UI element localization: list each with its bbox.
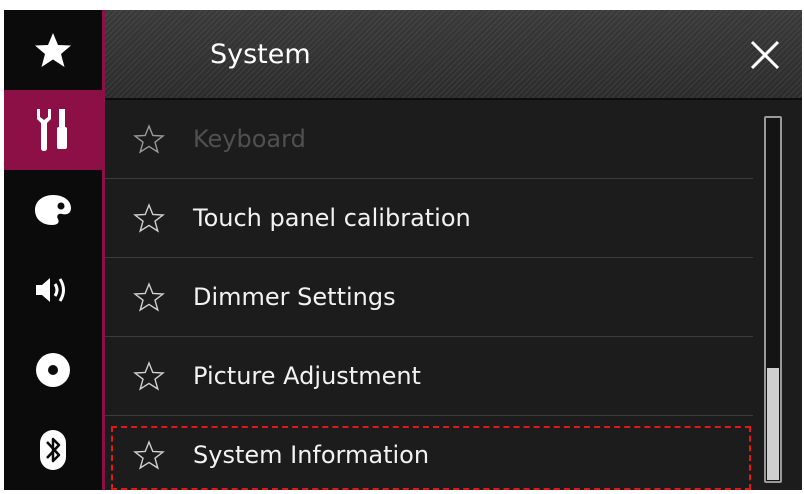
- sidebar-item-bluetooth[interactable]: [4, 410, 102, 490]
- list-item-touch-panel-calibration[interactable]: Touch panel calibration: [105, 179, 753, 258]
- palette-icon: [35, 195, 71, 225]
- list-item-label: Picture Adjustment: [193, 362, 421, 390]
- list-item-system-information[interactable]: System Information: [105, 416, 753, 494]
- list-item-label: Dimmer Settings: [193, 283, 396, 311]
- bluetooth-icon: [40, 430, 66, 470]
- star-outline-icon[interactable]: [133, 361, 165, 391]
- star-icon: [35, 33, 71, 67]
- sidebar: [4, 10, 102, 490]
- sidebar-item-video[interactable]: [4, 330, 102, 410]
- close-button[interactable]: [742, 32, 788, 78]
- header-bar: System: [105, 10, 802, 100]
- sidebar-item-settings[interactable]: [4, 90, 102, 170]
- star-outline-icon[interactable]: [133, 440, 165, 470]
- system-settings-screen: System Keyboard Touch panel calibration: [4, 10, 802, 490]
- close-icon: [750, 40, 780, 70]
- list-item-label: Keyboard: [193, 125, 306, 153]
- list-item-dimmer-settings[interactable]: Dimmer Settings: [105, 258, 753, 337]
- scrollbar[interactable]: [764, 116, 782, 483]
- list-item-keyboard[interactable]: Keyboard: [105, 100, 753, 179]
- speaker-icon: [36, 278, 65, 302]
- sidebar-item-audio[interactable]: [4, 250, 102, 330]
- disc-icon: [36, 353, 70, 387]
- sidebar-item-theme[interactable]: [4, 170, 102, 250]
- settings-list: Keyboard Touch panel calibration Dimmer …: [105, 100, 753, 490]
- tools-icon: [37, 109, 67, 151]
- star-outline-icon[interactable]: [133, 124, 165, 154]
- scrollbar-thumb[interactable]: [767, 368, 779, 480]
- page-title: System: [210, 39, 311, 70]
- sidebar-item-favorites[interactable]: [4, 10, 102, 90]
- star-outline-icon[interactable]: [133, 282, 165, 312]
- list-item-label: Touch panel calibration: [193, 204, 471, 232]
- list-item-label: System Information: [193, 441, 430, 469]
- list-item-picture-adjustment[interactable]: Picture Adjustment: [105, 337, 753, 416]
- star-outline-icon[interactable]: [133, 203, 165, 233]
